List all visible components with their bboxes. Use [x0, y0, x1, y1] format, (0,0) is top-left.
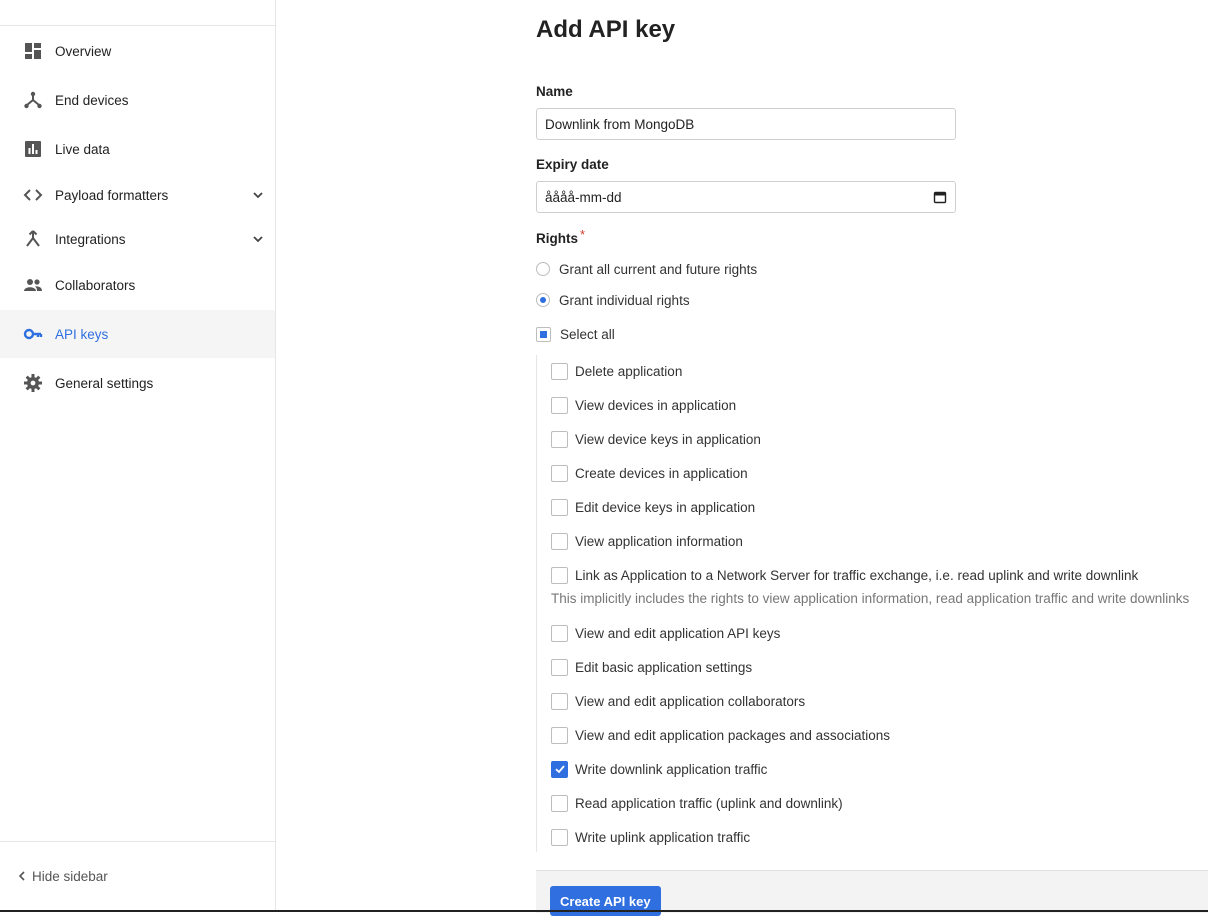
- rights-label: Rights *: [536, 227, 585, 246]
- sidebar-item-label: Payload formatters: [55, 187, 169, 203]
- key-icon: [23, 324, 43, 344]
- sidebar-item-overview[interactable]: Overview: [0, 27, 275, 75]
- hide-sidebar-label: Hide sidebar: [32, 868, 108, 884]
- checkbox[interactable]: [551, 498, 568, 516]
- right-label: Link as Application to a Network Server …: [575, 567, 1139, 583]
- calendar-icon[interactable]: [933, 190, 947, 204]
- hide-sidebar-button[interactable]: Hide sidebar: [16, 866, 108, 886]
- right-checkbox-row[interactable]: View application information: [551, 531, 743, 551]
- grant-individual-label: Grant individual rights: [559, 292, 690, 308]
- expiry-date-input[interactable]: åååå-mm-dd: [536, 181, 956, 213]
- right-checkbox-row[interactable]: View and edit application packages and a…: [551, 725, 890, 745]
- name-label: Name: [536, 84, 573, 99]
- people-icon: [23, 275, 43, 295]
- checkbox[interactable]: [551, 726, 568, 744]
- required-marker: *: [580, 227, 586, 242]
- checkbox[interactable]: [551, 430, 568, 448]
- select-all-label: Select all: [560, 326, 615, 342]
- right-description: This implicitly includes the rights to v…: [551, 591, 1190, 606]
- checkbox[interactable]: [551, 692, 568, 710]
- checkbox[interactable]: [551, 362, 568, 380]
- chevron-left-icon: [18, 871, 25, 881]
- right-label: Write downlink application traffic: [575, 761, 768, 777]
- checkbox[interactable]: [551, 658, 568, 676]
- sidebar-item-label: Live data: [55, 141, 110, 157]
- divider: [0, 841, 275, 842]
- right-label: View application information: [575, 533, 743, 549]
- name-input-value: Downlink from MongoDB: [545, 116, 695, 132]
- right-checkbox-row[interactable]: Write uplink application traffic: [551, 827, 750, 847]
- right-checkbox-row[interactable]: View device keys in application: [551, 429, 761, 449]
- sidebar-item-api-keys[interactable]: API keys: [0, 310, 275, 358]
- grant-individual-radio[interactable]: Grant individual rights: [536, 290, 690, 310]
- main-content: Add API key Name Downlink from MongoDB E…: [276, 0, 1208, 916]
- sidebar: Overview End devices Live data Payload f…: [0, 0, 276, 912]
- right-label: Write uplink application traffic: [575, 829, 751, 845]
- sidebar-item-integrations[interactable]: Integrations: [0, 215, 275, 263]
- right-checkbox-row[interactable]: View devices in application: [551, 395, 736, 415]
- right-checkbox-row[interactable]: View and edit application collaborators: [551, 691, 805, 711]
- check-icon: [554, 765, 565, 774]
- checkbox[interactable]: [551, 396, 568, 414]
- name-input[interactable]: Downlink from MongoDB: [536, 108, 956, 140]
- chevron-down-icon[interactable]: [251, 232, 265, 246]
- checkbox[interactable]: [551, 532, 568, 550]
- grant-all-label: Grant all current and future rights: [559, 261, 758, 277]
- checkbox[interactable]: [551, 794, 568, 812]
- device-hub-icon: [23, 90, 43, 110]
- checkbox[interactable]: [551, 828, 568, 846]
- right-label: View and edit application API keys: [575, 625, 781, 641]
- sidebar-item-label: General settings: [55, 375, 154, 391]
- right-checkbox-row[interactable]: Write downlink application traffic: [551, 759, 767, 779]
- checkbox[interactable]: [551, 464, 568, 482]
- sidebar-item-label: End devices: [55, 92, 129, 108]
- right-label: Delete application: [575, 363, 683, 379]
- right-checkbox-row[interactable]: Link as Application to a Network Server …: [551, 565, 1138, 585]
- expiry-date-label: Expiry date: [536, 157, 609, 172]
- sidebar-item-label: API keys: [55, 326, 109, 342]
- rights-group-divider: [536, 355, 537, 852]
- dashboard-icon: [23, 41, 43, 61]
- rights-label-text: Rights: [536, 231, 578, 246]
- grant-all-radio[interactable]: Grant all current and future rights: [536, 259, 757, 279]
- right-checkbox-row[interactable]: Create devices in application: [551, 463, 748, 483]
- right-label: View and edit application collaborators: [575, 693, 806, 709]
- submit-bar: Create API key: [536, 870, 1208, 916]
- sidebar-item-payload-formatters[interactable]: Payload formatters: [0, 171, 275, 219]
- radio-button[interactable]: [536, 262, 550, 276]
- right-checkbox-row[interactable]: Delete application: [551, 361, 682, 381]
- right-label: Edit device keys in application: [575, 499, 756, 515]
- select-all-checkbox[interactable]: Select all: [536, 324, 615, 344]
- right-checkbox-row[interactable]: Read application traffic (uplink and dow…: [551, 793, 843, 813]
- right-checkbox-row[interactable]: View and edit application API keys: [551, 623, 780, 643]
- checkbox[interactable]: [536, 326, 551, 342]
- right-label: View and edit application packages and a…: [575, 727, 890, 743]
- sidebar-item-end-devices[interactable]: End devices: [0, 76, 275, 124]
- sidebar-item-label: Collaborators: [55, 277, 136, 293]
- checkbox[interactable]: [551, 760, 568, 778]
- gear-icon: [23, 373, 43, 393]
- sidebar-item-label: Integrations: [55, 231, 126, 247]
- page-title: Add API key: [536, 16, 676, 43]
- expiry-date-value: åååå-mm-dd: [545, 189, 622, 205]
- right-label: Create devices in application: [575, 465, 748, 481]
- sidebar-item-general-settings[interactable]: General settings: [0, 359, 275, 407]
- sidebar-item-live-data[interactable]: Live data: [0, 125, 275, 173]
- chevron-down-icon[interactable]: [251, 188, 265, 202]
- merge-icon: [23, 229, 43, 249]
- code-icon: [23, 185, 43, 205]
- checkbox[interactable]: [551, 624, 568, 642]
- checkbox[interactable]: [551, 566, 568, 584]
- sidebar-item-collaborators[interactable]: Collaborators: [0, 261, 275, 309]
- right-checkbox-row[interactable]: Edit device keys in application: [551, 497, 755, 517]
- divider: [0, 25, 275, 26]
- right-label: Read application traffic (uplink and dow…: [575, 795, 843, 811]
- sidebar-item-label: Overview: [55, 43, 112, 59]
- right-label: View devices in application: [575, 397, 737, 413]
- bar-chart-icon: [23, 139, 43, 159]
- right-label: View device keys in application: [575, 431, 761, 447]
- right-checkbox-row[interactable]: Edit basic application settings: [551, 657, 752, 677]
- radio-button[interactable]: [536, 293, 550, 307]
- right-label: Edit basic application settings: [575, 659, 753, 675]
